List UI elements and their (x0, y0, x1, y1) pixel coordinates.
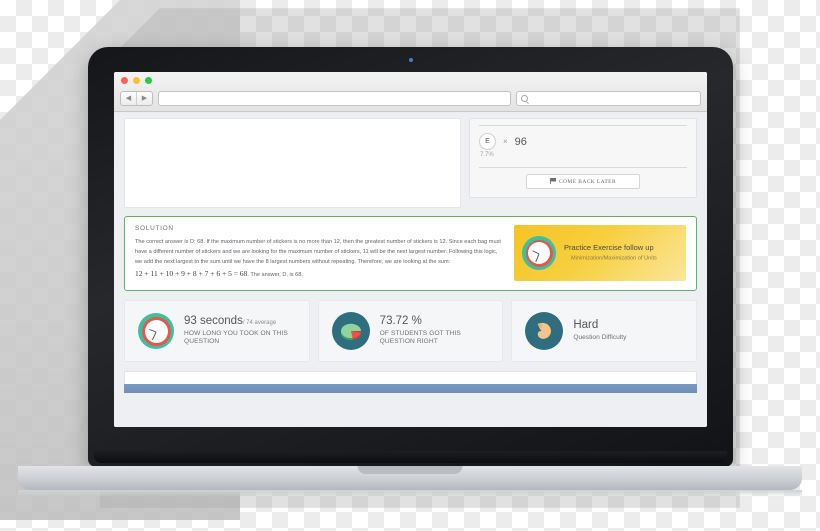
practice-text-column: Practice Exercise follow up Minimization… (564, 243, 657, 262)
practice-exercise-card[interactable]: Practice Exercise follow up Minimization… (514, 225, 686, 282)
stat-card-time: 93 seconds/ 74 average HOW LONG YOU TOOK… (124, 300, 310, 363)
clock-icon (522, 236, 556, 271)
multiply-icon: × (503, 137, 508, 146)
answer-distribution-panel: E × 96 7.7% COME BACK LATER (469, 118, 697, 198)
browser-titlebar (114, 72, 707, 88)
browser-toolbar: ◀ ▶ (114, 88, 707, 111)
solution-text-column: SOLUTION The correct answer is D; 68. If… (135, 225, 504, 281)
solution-body: The correct answer is D; 68. If the maxi… (135, 238, 504, 281)
browser-search-field[interactable] (516, 90, 701, 106)
stat-caption-correct: OF STUDENTS GOT THIS QUESTION RIGHT (379, 329, 461, 346)
stat-text-time: 93 seconds/ 74 average HOW LONG YOU TOOK… (184, 315, 296, 347)
divider-top (479, 125, 687, 126)
laptop-base-notch (357, 466, 463, 474)
forward-button[interactable]: ▶ (136, 91, 152, 105)
stat-value-time-main: 93 seconds (184, 314, 243, 327)
page-content: E × 96 7.7% COME BACK LATER SOLUTION The… (114, 114, 707, 427)
practice-subtitle-text: Minimization/Maximization of Units (571, 255, 657, 262)
stat-text-correct: 73.72 % OF STUDENTS GOT THIS QUESTION RI… (380, 315, 490, 347)
answer-choice-letter: E (479, 133, 496, 150)
maximize-window-icon[interactable] (145, 76, 152, 84)
clock-icon (138, 313, 174, 350)
laptop-base (18, 466, 802, 490)
muscle-icon (525, 312, 564, 351)
stat-text-difficulty: Hard Question Difficulty (573, 319, 626, 343)
pie-chart-icon (331, 312, 370, 351)
stat-card-correct: 73.72 % OF STUDENTS GOT THIS QUESTION RI… (317, 300, 504, 363)
laptop-mockup: ◀ ▶ E × 96 7.7% COME BACK LATER SOLUTION… (88, 47, 733, 467)
minimize-window-icon[interactable] (133, 76, 140, 84)
flag-icon (549, 178, 556, 184)
laptop-base-shadow (18, 490, 802, 497)
stat-caption-difficulty: Question Difficulty (573, 334, 627, 341)
close-window-icon[interactable] (121, 76, 128, 84)
stat-value-difficulty: Hard (573, 319, 599, 332)
stats-row: 93 seconds/ 74 average HOW LONG YOU TOOK… (124, 300, 698, 363)
question-panel (124, 118, 461, 208)
practice-title: Practice Exercise follow up (564, 243, 654, 253)
footer-spacer (124, 371, 697, 385)
divider-bottom (479, 167, 687, 168)
back-button[interactable]: ◀ (121, 92, 136, 105)
solution-body-text: The correct answer is D; 68. If the maxi… (135, 239, 501, 265)
solution-equation: 12 + 11 + 10 + 9 + 8 + 7 + 6 + 5 = 68 (135, 269, 248, 279)
answer-choice-count: 96 (514, 135, 527, 148)
muscle-svg (537, 323, 552, 339)
footer-bar (124, 384, 697, 394)
browser-chrome: ◀ ▶ (114, 72, 707, 112)
come-back-later-button[interactable]: COME BACK LATER (526, 174, 640, 189)
stat-caption-time: HOW LONG YOU TOOK ON THIS QUESTION (184, 329, 288, 346)
pencil-icon (564, 254, 569, 260)
answer-choice-row: E × 96 (479, 133, 687, 150)
nav-buttons: ◀ ▶ (120, 90, 153, 106)
practice-subtitle: Minimization/Maximization of Units (564, 254, 657, 263)
stat-value-correct: 73.72 % (379, 314, 422, 327)
stat-card-difficulty: Hard Question Difficulty (511, 300, 698, 363)
solution-equation-tail: . The answer, D, is 68. (247, 272, 303, 279)
laptop-screen: ◀ ▶ E × 96 7.7% COME BACK LATER SOLUTION… (114, 72, 707, 427)
answer-choice-percent: 7.7% (480, 152, 494, 158)
address-bar[interactable] (158, 90, 511, 106)
solution-box: SOLUTION The correct answer is D; 68. If… (124, 216, 697, 292)
top-row: E × 96 7.7% COME BACK LATER (124, 114, 697, 208)
pie-chart-svg (340, 323, 361, 341)
solution-title: SOLUTION (135, 225, 174, 232)
come-back-later-label: COME BACK LATER (558, 179, 617, 185)
stat-value-time: 93 seconds/ 74 average (184, 315, 296, 328)
search-icon (521, 94, 528, 102)
webcam-icon (408, 58, 413, 62)
laptop-lid-bottom-edge (94, 451, 727, 463)
stat-value-time-sub: / 74 average (242, 319, 277, 326)
